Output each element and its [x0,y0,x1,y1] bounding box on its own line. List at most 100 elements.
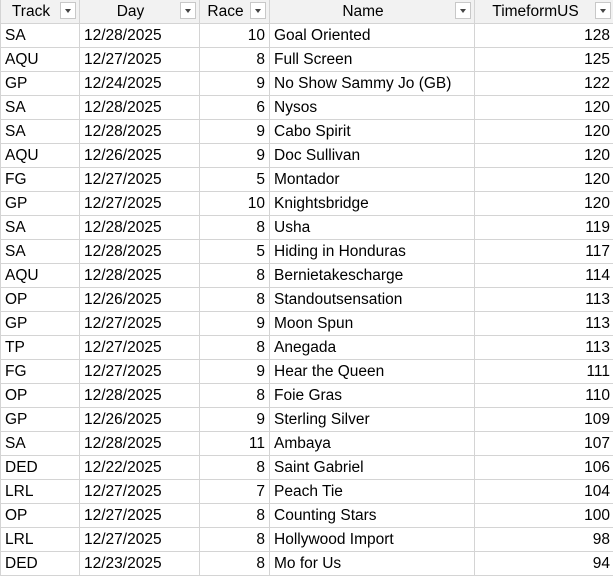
cell-day[interactable]: 12/22/2025 [79,455,200,480]
cell-day[interactable]: 12/28/2025 [79,263,200,288]
column-header-track[interactable]: Track [0,0,80,24]
cell-track[interactable]: GP [0,407,80,432]
cell-day[interactable]: 12/26/2025 [79,287,200,312]
cell-name[interactable]: Standoutsensation [269,287,475,312]
cell-race[interactable]: 7 [199,479,270,504]
cell-race[interactable]: 8 [199,527,270,552]
cell-track[interactable]: LRL [0,479,80,504]
cell-timeform[interactable]: 113 [474,335,613,360]
cell-track[interactable]: OP [0,287,80,312]
cell-name[interactable]: Counting Stars [269,503,475,528]
column-header-race[interactable]: Race [199,0,270,24]
cell-day[interactable]: 12/23/2025 [79,551,200,576]
cell-timeform[interactable]: 111 [474,359,613,384]
cell-race[interactable]: 8 [199,215,270,240]
cell-timeform[interactable]: 98 [474,527,613,552]
cell-race[interactable]: 9 [199,119,270,144]
cell-timeform[interactable]: 120 [474,95,613,120]
cell-race[interactable]: 10 [199,191,270,216]
cell-race[interactable]: 6 [199,95,270,120]
cell-race[interactable]: 9 [199,71,270,96]
cell-race[interactable]: 8 [199,335,270,360]
cell-track[interactable]: SA [0,431,80,456]
cell-race[interactable]: 5 [199,239,270,264]
cell-track[interactable]: AQU [0,143,80,168]
cell-name[interactable]: Montador [269,167,475,192]
cell-day[interactable]: 12/27/2025 [79,359,200,384]
cell-timeform[interactable]: 120 [474,191,613,216]
cell-name[interactable]: Moon Spun [269,311,475,336]
cell-track[interactable]: GP [0,311,80,336]
cell-day[interactable]: 12/26/2025 [79,407,200,432]
cell-timeform[interactable]: 94 [474,551,613,576]
cell-timeform[interactable]: 109 [474,407,613,432]
column-header-day[interactable]: Day [79,0,200,24]
cell-name[interactable]: Saint Gabriel [269,455,475,480]
cell-name[interactable]: Knightsbridge [269,191,475,216]
cell-name[interactable]: Goal Oriented [269,23,475,48]
cell-race[interactable]: 8 [199,287,270,312]
cell-name[interactable]: No Show Sammy Jo (GB) [269,71,475,96]
cell-day[interactable]: 12/27/2025 [79,47,200,72]
cell-timeform[interactable]: 110 [474,383,613,408]
cell-day[interactable]: 12/27/2025 [79,503,200,528]
filter-dropdown-icon[interactable] [60,2,76,19]
cell-timeform[interactable]: 104 [474,479,613,504]
cell-track[interactable]: FG [0,359,80,384]
cell-track[interactable]: GP [0,191,80,216]
cell-timeform[interactable]: 125 [474,47,613,72]
cell-name[interactable]: Cabo Spirit [269,119,475,144]
cell-name[interactable]: Full Screen [269,47,475,72]
cell-name[interactable]: Peach Tie [269,479,475,504]
cell-timeform[interactable]: 128 [474,23,613,48]
cell-day[interactable]: 12/26/2025 [79,143,200,168]
cell-race[interactable]: 8 [199,455,270,480]
cell-name[interactable]: Ambaya [269,431,475,456]
cell-race[interactable]: 9 [199,311,270,336]
cell-name[interactable]: Hear the Queen [269,359,475,384]
cell-race[interactable]: 10 [199,23,270,48]
cell-race[interactable]: 9 [199,407,270,432]
cell-day[interactable]: 12/28/2025 [79,23,200,48]
filter-dropdown-icon[interactable] [180,2,196,19]
cell-race[interactable]: 8 [199,47,270,72]
cell-timeform[interactable]: 122 [474,71,613,96]
cell-day[interactable]: 12/27/2025 [79,479,200,504]
cell-timeform[interactable]: 117 [474,239,613,264]
cell-day[interactable]: 12/28/2025 [79,239,200,264]
cell-name[interactable]: Bernietakescharge [269,263,475,288]
filter-dropdown-icon[interactable] [455,2,471,19]
cell-day[interactable]: 12/28/2025 [79,119,200,144]
cell-track[interactable]: GP [0,71,80,96]
cell-race[interactable]: 5 [199,167,270,192]
cell-day[interactable]: 12/27/2025 [79,167,200,192]
cell-day[interactable]: 12/28/2025 [79,215,200,240]
cell-track[interactable]: SA [0,239,80,264]
cell-track[interactable]: SA [0,215,80,240]
cell-timeform[interactable]: 120 [474,167,613,192]
cell-race[interactable]: 8 [199,263,270,288]
cell-timeform[interactable]: 107 [474,431,613,456]
cell-day[interactable]: 12/28/2025 [79,431,200,456]
cell-name[interactable]: Sterling Silver [269,407,475,432]
cell-track[interactable]: TP [0,335,80,360]
cell-track[interactable]: SA [0,23,80,48]
cell-track[interactable]: FG [0,167,80,192]
cell-name[interactable]: Doc Sullivan [269,143,475,168]
cell-track[interactable]: DED [0,551,80,576]
cell-timeform[interactable]: 120 [474,143,613,168]
cell-timeform[interactable]: 113 [474,311,613,336]
cell-race[interactable]: 8 [199,383,270,408]
cell-timeform[interactable]: 100 [474,503,613,528]
cell-day[interactable]: 12/27/2025 [79,527,200,552]
cell-track[interactable]: AQU [0,263,80,288]
filter-dropdown-icon[interactable] [595,2,611,19]
column-header-timeform[interactable]: TimeformUS [474,0,613,24]
cell-timeform[interactable]: 120 [474,119,613,144]
cell-track[interactable]: SA [0,95,80,120]
cell-day[interactable]: 12/28/2025 [79,95,200,120]
filter-dropdown-icon[interactable] [250,2,266,19]
cell-race[interactable]: 8 [199,503,270,528]
cell-timeform[interactable]: 119 [474,215,613,240]
cell-timeform[interactable]: 113 [474,287,613,312]
